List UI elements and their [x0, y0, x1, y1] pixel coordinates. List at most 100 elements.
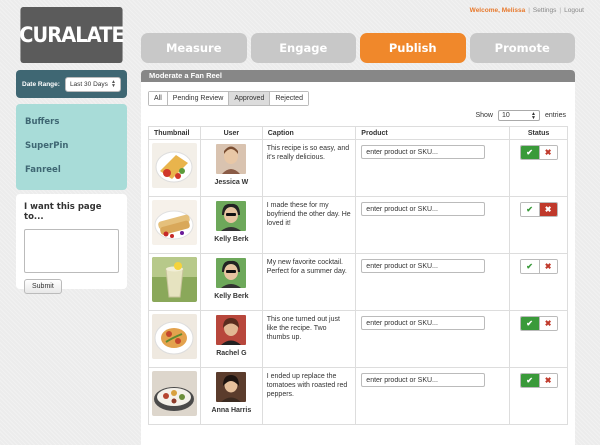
approve-button[interactable]: ✔ [520, 146, 539, 159]
filter-all[interactable]: All [149, 92, 168, 105]
user-name[interactable]: Jessica W [201, 179, 262, 186]
product-input[interactable] [361, 145, 486, 159]
approve-button[interactable]: ✔ [520, 374, 539, 387]
reject-button[interactable]: ✖ [538, 146, 557, 159]
filter-rejected[interactable]: Rejected [270, 92, 308, 105]
thumbnail-cell [148, 310, 201, 368]
col-caption[interactable]: Caption [261, 126, 357, 140]
check-icon: ✔ [526, 262, 533, 271]
check-icon: ✔ [526, 205, 533, 214]
date-range-panel: Date Range: Last 30 Days ▲ ▼ [16, 70, 127, 98]
reject-button[interactable]: ✖ [538, 203, 557, 216]
close-icon: ✖ [544, 262, 552, 271]
product-input[interactable] [361, 373, 486, 387]
col-user[interactable]: User [200, 126, 263, 140]
main-tabs: Measure Engage Publish Promote [141, 33, 575, 63]
tab-engage[interactable]: Engage [250, 33, 356, 63]
show-entries: Show 10 ▲ ▼ entries [475, 110, 566, 121]
user-cell: Jessica W [200, 139, 263, 197]
user-cell: Anna Harris [200, 367, 263, 425]
table-row: Kelly Berk My new favorite cocktail. Per… [148, 253, 568, 311]
thumbnail-cell [148, 139, 201, 197]
thumbnail-cell [148, 367, 201, 425]
entries-suffix: entries [544, 112, 566, 119]
user-cell: Rachel G [200, 310, 263, 368]
user-cell: Kelly Berk [200, 196, 263, 254]
caption-text: This recipe is so easy, and it's really … [266, 145, 350, 161]
separator: | [528, 7, 530, 14]
caption-cell: I ended up replace the tomatoes with roa… [261, 367, 357, 425]
table-row: Kelly Berk I made these for my boyfriend… [148, 196, 568, 254]
caption-text: I made these for my boyfriend the other … [266, 202, 351, 227]
reject-button[interactable]: ✖ [538, 374, 557, 387]
product-cell [355, 253, 511, 311]
user-name[interactable]: Rachel G [201, 350, 262, 357]
user-name[interactable]: Kelly Berk [201, 293, 262, 300]
approve-button[interactable]: ✔ [520, 203, 539, 216]
product-input[interactable] [361, 259, 486, 273]
reject-button[interactable]: ✖ [538, 260, 557, 273]
filter-approved[interactable]: Approved [229, 92, 271, 105]
tab-publish[interactable]: Publish [360, 33, 466, 63]
col-status[interactable]: Status [509, 126, 568, 140]
settings-link[interactable]: Settings [533, 7, 557, 14]
moderation-panel: Moderate a Fan Reel All Pending Review A… [141, 70, 575, 445]
user-avatar[interactable] [216, 144, 247, 174]
user-avatar[interactable] [216, 201, 247, 231]
user-name[interactable]: Kelly Berk [201, 236, 262, 243]
table-row: Rachel G This one turned out just like t… [148, 310, 568, 368]
status-cell: ✔ ✖ [509, 310, 568, 368]
approve-button[interactable]: ✔ [520, 317, 539, 330]
product-input[interactable] [361, 202, 486, 216]
approve-button[interactable]: ✔ [520, 260, 539, 273]
check-icon: ✔ [526, 376, 533, 385]
tab-promote[interactable]: Promote [469, 33, 575, 63]
table-row: Jessica W This recipe is so easy, and it… [148, 139, 568, 197]
tab-measure[interactable]: Measure [141, 33, 247, 63]
caption-cell: I made these for my boyfriend the other … [261, 196, 357, 254]
status-cell: ✔ ✖ [509, 253, 568, 311]
filter-buttons: All Pending Review Approved Rejected [148, 91, 309, 106]
thumbnail-cell [148, 253, 201, 311]
caption-cell: This recipe is so easy, and it's really … [261, 139, 357, 197]
caption-cell: This one turned out just like the recipe… [261, 310, 357, 368]
col-product[interactable]: Product [355, 126, 511, 140]
status-buttons: ✔ ✖ [519, 145, 558, 160]
sidenav-item-fanreel[interactable]: Fanreel [25, 158, 118, 182]
status-cell: ✔ ✖ [509, 196, 568, 254]
date-range-label: Date Range: [22, 80, 60, 88]
filter-pending-review[interactable]: Pending Review [167, 92, 230, 105]
user-avatar[interactable] [216, 315, 247, 345]
check-icon: ✔ [526, 319, 533, 328]
product-input[interactable] [361, 316, 486, 330]
food-thumbnail-image[interactable] [152, 143, 197, 188]
status-buttons: ✔ ✖ [519, 259, 558, 274]
submit-button[interactable]: Submit [24, 279, 62, 294]
drink-thumbnail-image[interactable] [152, 257, 197, 302]
product-cell [355, 367, 511, 425]
entries-select[interactable]: 10 ▲ ▼ [497, 110, 540, 121]
date-range-select[interactable]: Last 30 Days ▲ ▼ [64, 76, 121, 92]
separator: | [559, 7, 562, 14]
food-thumbnail-image[interactable] [152, 314, 197, 359]
curalate-logo[interactable]: CURALATE [19, 7, 125, 63]
check-icon: ✔ [526, 148, 533, 157]
close-icon: ✖ [544, 148, 552, 157]
user-name[interactable]: Anna Harris [201, 407, 262, 414]
product-cell [355, 139, 511, 197]
food-thumbnail-image[interactable] [152, 200, 197, 245]
reject-button[interactable]: ✖ [538, 317, 557, 330]
status-cell: ✔ ✖ [509, 139, 568, 197]
user-avatar[interactable] [216, 258, 247, 288]
sidenav-item-buffers[interactable]: Buffers [25, 110, 118, 134]
sidenav-item-superpin[interactable]: SuperPin [25, 134, 118, 158]
product-cell [355, 196, 511, 254]
food-thumbnail-image[interactable] [152, 371, 197, 416]
user-avatar[interactable] [216, 372, 247, 402]
col-thumbnail[interactable]: Thumbnail [148, 126, 201, 140]
close-icon: ✖ [544, 319, 552, 328]
panel-title: Moderate a Fan Reel [141, 70, 575, 82]
fan-reel-table: Thumbnail User Caption Product Status Je… [148, 126, 568, 425]
feedback-textarea[interactable] [24, 229, 119, 273]
logout-link[interactable]: Logout [564, 7, 584, 14]
